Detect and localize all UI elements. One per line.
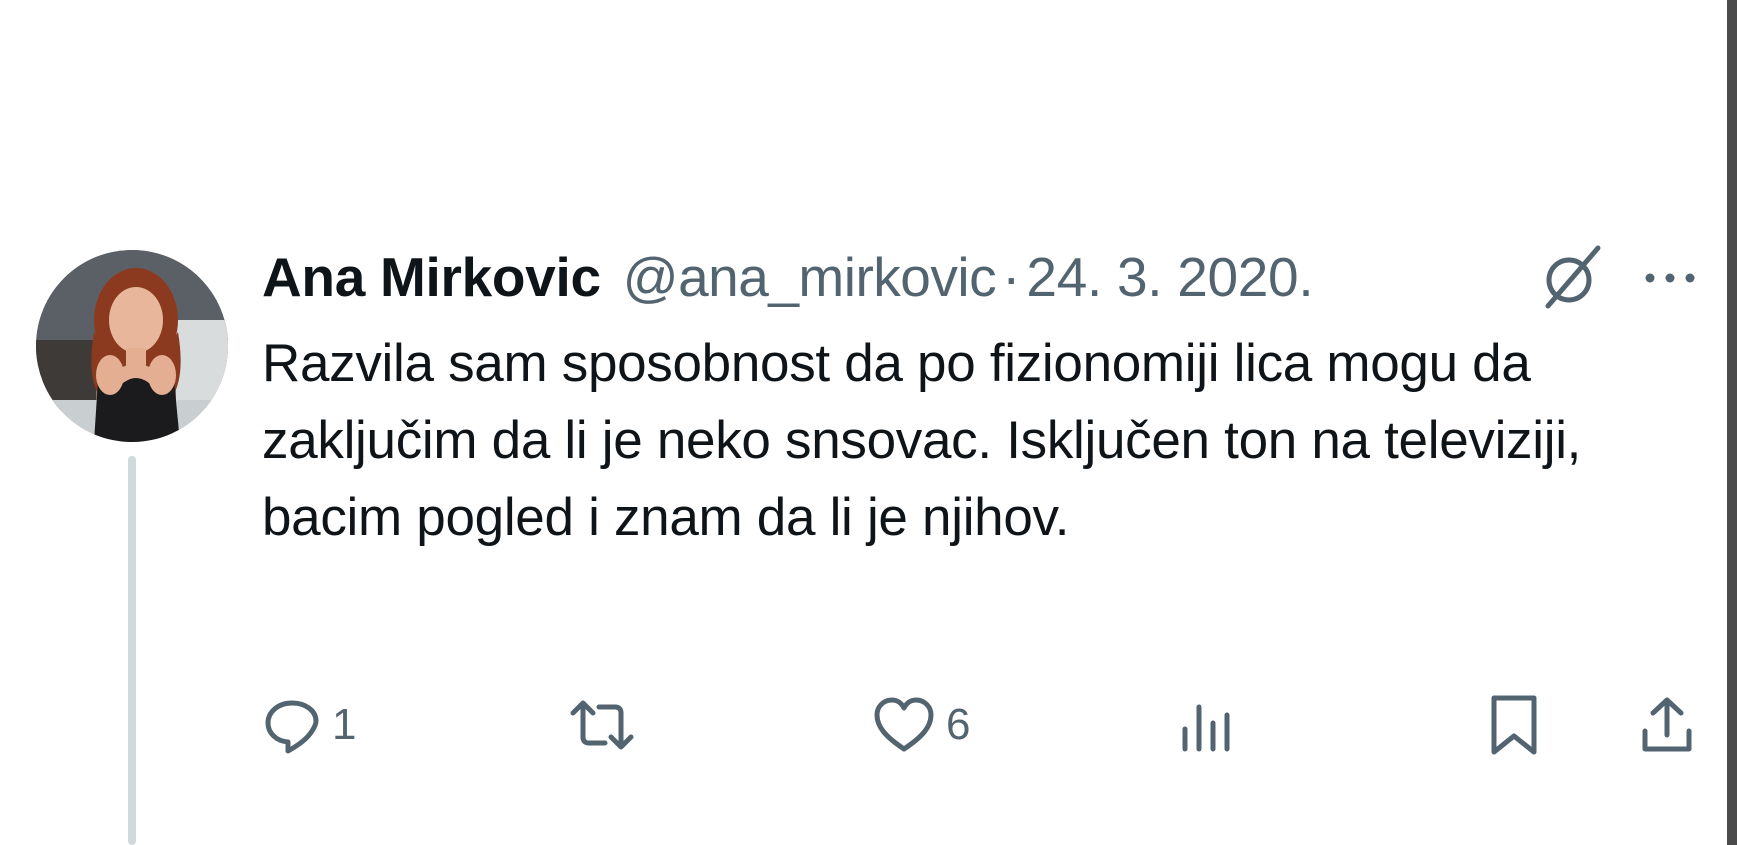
analytics-icon: [1182, 704, 1230, 752]
avatar[interactable]: [36, 250, 228, 442]
tweet-screenshot: Ana Mirkovic @ana_mirkovic · 24. 3. 2020…: [0, 0, 1737, 845]
thread-line: [128, 456, 136, 845]
views-button[interactable]: [1177, 690, 1247, 760]
retweet-button[interactable]: [567, 690, 647, 760]
tweet-date[interactable]: 24. 3. 2020.: [1026, 245, 1313, 309]
retweet-icon: [570, 700, 634, 750]
author-name[interactable]: Ana Mirkovic: [262, 245, 601, 309]
heart-icon: [874, 697, 934, 752]
more-dots-icon[interactable]: [1640, 258, 1700, 298]
reply-count: 1: [332, 700, 357, 749]
profile-photo: [36, 250, 228, 442]
grok-icon[interactable]: [1536, 242, 1606, 312]
share-button[interactable]: [1637, 690, 1697, 760]
action-bar: 1 6: [262, 690, 1702, 760]
like-button[interactable]: 6: [872, 690, 970, 760]
bookmark-button[interactable]: [1484, 690, 1544, 760]
like-count: 6: [946, 700, 971, 749]
window-edge: [1727, 0, 1737, 845]
separator-dot: ·: [1002, 246, 1021, 308]
tweet-header: Ana Mirkovic @ana_mirkovic · 24. 3. 2020…: [262, 245, 1314, 309]
tweet-text: Razvila sam sposobnost da po fizionomiji…: [262, 334, 1582, 547]
author-handle[interactable]: @ana_mirkovic: [623, 245, 997, 309]
reply-icon: [265, 700, 319, 754]
share-icon: [1642, 697, 1692, 752]
reply-button[interactable]: 1: [262, 690, 356, 760]
bookmark-icon: [1491, 695, 1537, 755]
